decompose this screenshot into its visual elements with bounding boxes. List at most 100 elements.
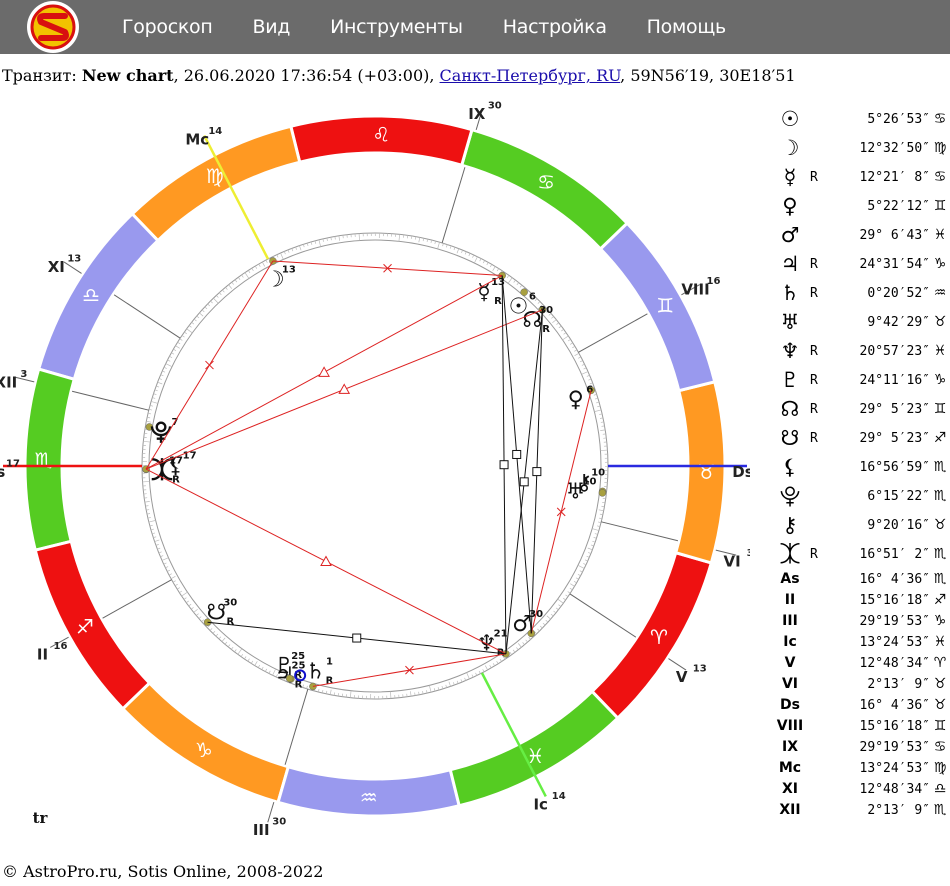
degree-tick xyxy=(482,260,485,264)
degree-tick xyxy=(225,287,228,290)
chart-datetime: , 26.06.2020 17:36:54 (+03:00), xyxy=(173,66,440,85)
zodiac-sign: ♊ xyxy=(933,401,947,417)
degree-tick xyxy=(513,279,516,283)
degree-tick xyxy=(583,563,587,566)
degree-tick xyxy=(414,236,417,240)
degree-tick xyxy=(231,281,234,285)
degree-tick xyxy=(506,275,510,278)
degree-tick xyxy=(268,670,271,674)
planet-degree-label: 25 xyxy=(291,651,305,662)
house-cusp-line xyxy=(601,521,679,542)
position-row: ⚸ 16°56′59″ ♏ xyxy=(776,453,948,482)
degree-tick xyxy=(555,607,559,610)
degree-tick xyxy=(579,570,583,573)
degree-tick xyxy=(486,262,489,266)
planet-degree: 5°22′12″ xyxy=(867,199,930,214)
degree-tick xyxy=(276,254,279,258)
degree-tick xyxy=(181,591,188,597)
house-cusp-label: XI xyxy=(48,258,65,276)
degree-tick xyxy=(168,573,172,576)
zodiac-sign: ♉ xyxy=(933,676,947,692)
degree-tick xyxy=(561,329,564,332)
planet-symbol: ♂ xyxy=(780,223,800,247)
degree-tick xyxy=(583,367,587,370)
zodiac-sign: ♓ xyxy=(933,343,947,359)
degree-tick xyxy=(552,319,557,324)
menu-horoscope[interactable]: Гороскоп xyxy=(102,0,232,54)
degree-tick xyxy=(517,643,522,648)
degree-tick xyxy=(570,583,575,587)
degree-tick xyxy=(231,646,234,650)
planet-degree-label: 13 xyxy=(282,265,296,276)
cusp-row: Ds 16° 4′36″ ♉ xyxy=(776,695,948,716)
menu-tools[interactable]: Инструменты xyxy=(310,0,483,54)
degree-tick xyxy=(592,528,599,531)
degree-tick xyxy=(575,577,579,580)
house-cusp-label: VIII xyxy=(681,281,709,299)
degree-tick xyxy=(163,562,167,565)
degree-tick xyxy=(170,575,176,579)
planet-degree: 29° 5′23″ xyxy=(859,402,930,417)
degree-tick xyxy=(496,661,499,664)
degree-tick xyxy=(398,234,401,242)
position-row: ☽ 12°32′50″ ♍ xyxy=(776,134,948,163)
planet-degree: 16°51′ 2″ xyxy=(859,547,930,562)
aspect-square-marker xyxy=(532,467,542,477)
house-cusp-line xyxy=(578,313,648,353)
degree-tick xyxy=(587,547,593,551)
house-cusp-degree: 3 xyxy=(747,548,750,559)
degree-tick xyxy=(578,356,582,359)
degree-tick xyxy=(321,689,324,694)
degree-tick xyxy=(329,689,332,695)
cusp-row: As 16° 4′36″ ♏ xyxy=(776,569,948,590)
degree-tick xyxy=(581,371,589,375)
menu-view[interactable]: Вид xyxy=(232,0,310,54)
degree-tick xyxy=(456,680,459,684)
sotis-logo-icon[interactable] xyxy=(22,0,84,54)
degree-tick xyxy=(280,252,284,260)
degree-tick xyxy=(539,625,543,629)
degree-tick xyxy=(557,598,564,604)
planet-glyph: ☿ xyxy=(477,280,491,305)
aspect-square-marker xyxy=(352,633,362,643)
degree-tick xyxy=(234,279,238,283)
degree-tick xyxy=(251,268,254,271)
degree-tick xyxy=(179,590,183,593)
planet-degree: 12°21′ 8″ xyxy=(859,170,930,185)
degree-tick xyxy=(212,630,216,634)
degree-tick xyxy=(466,672,470,680)
degree-tick xyxy=(600,421,604,423)
degree-tick xyxy=(453,247,456,251)
house-cusp-degree: 30 xyxy=(272,817,286,828)
degree-tick xyxy=(598,521,602,524)
degree-tick xyxy=(177,587,180,590)
degree-tick xyxy=(601,505,605,508)
degree-tick xyxy=(224,641,228,645)
degree-tick xyxy=(567,591,571,594)
cusp-symbol: Ic xyxy=(783,634,797,650)
natal-chart-wheel[interactable]: ♈♉♊♋♌♍♎♏♐♑♒♓As17II16III30Ic14V13VI3Ds17V… xyxy=(0,92,750,852)
degree-tick xyxy=(573,580,577,584)
city-link[interactable]: Санкт-Петербург, RU xyxy=(440,66,621,85)
zodiac-sign-glyph: ♒ xyxy=(360,785,378,809)
degree-tick xyxy=(437,242,440,249)
planet-degree: 6°15′22″ xyxy=(867,489,930,504)
degree-tick xyxy=(478,670,481,674)
degree-tick xyxy=(434,240,436,245)
menu-help[interactable]: Помощь xyxy=(627,0,746,54)
degree-tick xyxy=(430,239,433,243)
planet-degree: 5°26′53″ xyxy=(867,112,930,127)
zodiac-sign-glyph: ♑ xyxy=(195,738,213,762)
degree-tick xyxy=(186,328,193,334)
degree-tick xyxy=(143,440,151,443)
zodiac-sign-glyph: ♐ xyxy=(76,614,94,638)
degree-tick xyxy=(199,312,204,317)
cusp-symbol: V xyxy=(784,655,796,671)
planet-symbol: ☿ xyxy=(783,165,797,189)
degree-tick xyxy=(196,315,200,319)
degree-tick xyxy=(563,597,566,601)
menu-settings[interactable]: Настройка xyxy=(483,0,627,54)
degree-tick xyxy=(151,401,158,404)
degree-tick xyxy=(175,345,180,349)
aspect-trine-marker xyxy=(318,366,330,377)
